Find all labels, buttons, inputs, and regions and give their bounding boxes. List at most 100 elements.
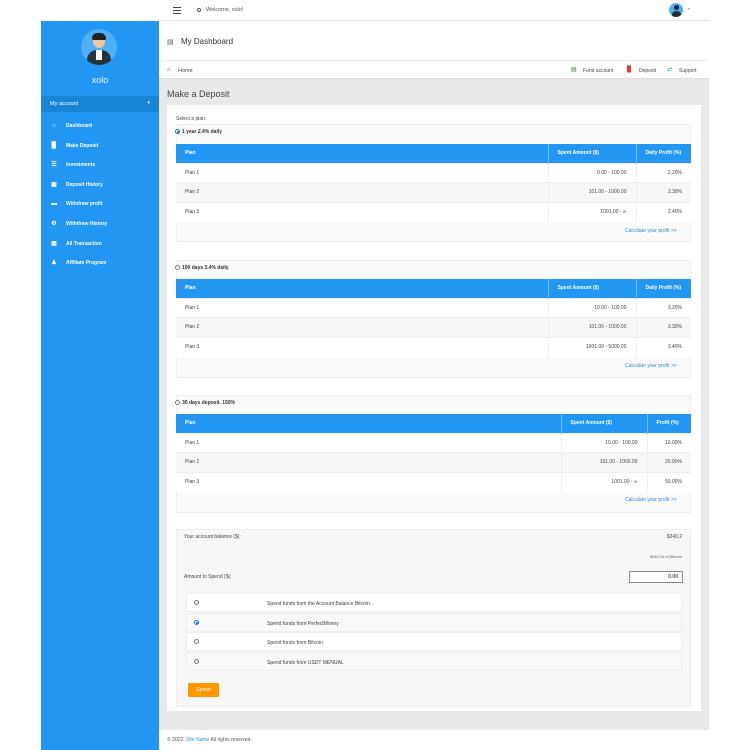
support-icon: ⇄ [667, 67, 673, 73]
sidebar-item-all-transaction[interactable]: ▦ All Transaction [41, 237, 159, 251]
list-icon: ☰ [51, 162, 57, 168]
plan-name: 100 days 3.4% daily [182, 265, 229, 271]
deposit-card: Select a plan: 1 year 2.4% daily Plan Spe… [167, 105, 701, 711]
cell-plan: Plan 2 [176, 317, 548, 337]
dashboard-header: ▤ My Dashboard [159, 21, 709, 60]
sidebar-item-withdraw-profit[interactable]: ▬ Withdraw profit [41, 197, 159, 211]
home-icon: ⌂ [52, 123, 56, 129]
chevron-down-icon[interactable]: ▾ [688, 6, 690, 11]
gear-icon: ⚙ [51, 221, 57, 227]
calculate-profit-link[interactable]: Calculate your profit >> [625, 228, 677, 234]
col-spent-amount: Spent Amount ($) [561, 414, 648, 433]
sidebar-item-make-deposit[interactable]: ▉ Make Deposit [41, 139, 159, 153]
cell-amount: 101.00 - 1000.00 [547, 317, 636, 337]
table-row: Plan 2 101.00 - 1000.00 3.30% [176, 317, 691, 337]
menu-icon[interactable] [173, 7, 181, 14]
cell-profit: 2.30% [635, 182, 691, 202]
footer: © 2023. Site Name All rights reserved. [167, 737, 252, 743]
radio-unselected[interactable] [175, 265, 180, 271]
col-plan: Plan [176, 144, 549, 163]
avatar [81, 29, 117, 65]
money-icon: ▬ [51, 201, 57, 207]
payment-option-bitcoin[interactable]: Spend funds from Bitcoin [186, 632, 682, 651]
payment-option-usdt[interactable]: Spend funds from USDT MENUAL [186, 652, 682, 671]
sidebar-item-affiliate-program[interactable]: ♟ Affiliate Program [41, 256, 159, 270]
table-row: Plan 1 10.00 - 100.00 10.00% [176, 432, 691, 453]
fund-account-link[interactable]: Fund account [583, 68, 613, 74]
cell-profit: 10.00% [646, 432, 691, 453]
amount-label: Amount to Spend ($): [184, 574, 232, 580]
radio-unselected[interactable] [175, 400, 180, 406]
amount-input[interactable] [629, 571, 683, 583]
support-link[interactable]: Support [679, 68, 697, 74]
col-daily-profit: Daily Profit (%) [636, 279, 691, 298]
payment-label: Spend funds from PerfectMoney [267, 621, 339, 627]
table-row: Plan 3 1001.00 - ∞ 2.40% [176, 201, 691, 222]
bank-icon: ▦ [51, 241, 57, 247]
radio-unselected[interactable] [194, 600, 199, 605]
cell-amount: 101.00 - 1000.00 [560, 452, 647, 472]
top-avatar[interactable] [669, 3, 683, 17]
payment-label: Spend funds from Bitcoin [267, 640, 323, 646]
sidebar-item-investments[interactable]: ☰ Investments [41, 158, 159, 172]
sidebar-item-label: Affiliate Program [66, 260, 107, 266]
deposit-link[interactable]: Deposit [639, 68, 656, 74]
folder-icon: ▣ [51, 182, 57, 188]
col-spent-amount: Spent Amount ($) [548, 144, 637, 163]
cell-profit: 3.40% [635, 336, 691, 357]
payment-option-account-balance[interactable]: Spend funds from the Account Balance Bit… [186, 593, 682, 612]
main-content: ▤ My Dashboard ⌂ Home ▤ Fund account ▉ D… [159, 21, 709, 730]
sidebar-section-my-account[interactable]: My account ▾ [41, 96, 159, 112]
plan-option-3[interactable]: 30 days deposit. 150% [175, 400, 235, 406]
footer-site-link[interactable]: Site Name [186, 737, 209, 743]
cell-amount: 101.00 - 1000.00 [547, 182, 636, 202]
sidebar-section-label: My account [50, 101, 79, 107]
radio-unselected[interactable] [194, 659, 199, 664]
btc-equivalent: $340.2# of Bitcoin [649, 554, 682, 559]
fund-account-icon: ▤ [571, 67, 577, 73]
breadcrumb-home[interactable]: Home [178, 68, 193, 74]
radio-selected[interactable] [175, 129, 180, 135]
dashboard-icon: ▤ [167, 39, 174, 46]
calculate-profit-link[interactable]: Calculate your profit >> [625, 497, 677, 503]
radio-unselected[interactable] [194, 639, 199, 644]
top-bar: Welcome, xolo! ▾ [159, 0, 709, 21]
cell-profit: 3.20% [635, 297, 691, 318]
footer-copyright: © 2023. [167, 737, 185, 743]
plan-option-2[interactable]: 100 days 3.4% daily [175, 265, 229, 271]
cell-plan: Plan 1 [176, 297, 548, 318]
home-icon: ⌂ [167, 67, 171, 73]
col-profit: Profit (%) [647, 414, 691, 433]
sidebar-item-label: Withdraw profit [66, 201, 103, 207]
sidebar-item-deposit-history[interactable]: ▣ Deposit History [41, 178, 159, 192]
chevron-down-icon: ▾ [147, 100, 150, 106]
sidebar: xolo My account ▾ ⌂ Dashboard ▉ Make Deposi… [41, 21, 159, 750]
cell-profit: 2.40% [635, 201, 691, 222]
sidebar-username: xolo [91, 75, 109, 85]
sidebar-item-label: Withdraw History [66, 221, 108, 227]
deposit-icon: ▉ [627, 67, 632, 73]
table-row: Plan 3 1001.00 - 5000.00 3.40% [176, 336, 691, 357]
sidebar-item-label: All Transaction [66, 241, 102, 247]
select-plan-label: Select a plan: [176, 116, 207, 122]
cell-amount: 1001.00 - ∞ [560, 471, 647, 492]
spend-button[interactable]: Spend [188, 683, 219, 697]
payment-label: Spend funds from USDT MENUAL [267, 660, 344, 666]
plan-option-1[interactable]: 1 year 2.4% daily [175, 129, 222, 135]
table-row: Plan 1 0.00 - 100.00 2.20% [176, 162, 691, 183]
sidebar-item-withdraw-history[interactable]: ⚙ Withdraw History [41, 217, 159, 231]
payment-label: Spend funds from the Account Balance Bit… [267, 601, 370, 607]
calculate-profit-link[interactable]: Calculate your profit >> [625, 363, 677, 369]
breadcrumb: ⌂ Home ▤ Fund account ▉ Deposit ⇄ Suppor… [159, 60, 709, 79]
sidebar-item-label: Deposit History [66, 182, 103, 188]
cell-plan: Plan 2 [176, 452, 561, 472]
plan-name: 1 year 2.4% daily [182, 129, 223, 135]
plan-table-1: Plan Spent Amount ($) Daily Profit (%) Pla… [176, 144, 691, 222]
cell-amount: 10.00 - 100.00 [547, 297, 636, 318]
radio-selected[interactable] [194, 620, 199, 625]
cell-plan: Plan 3 [176, 336, 548, 357]
cell-profit: 2.20% [635, 162, 691, 183]
payment-option-perfectmoney[interactable]: Spend funds from PerfectMoney [186, 613, 682, 632]
sidebar-item-dashboard[interactable]: ⌂ Dashboard [41, 119, 159, 133]
col-daily-profit: Daily Profit (%) [636, 144, 691, 163]
